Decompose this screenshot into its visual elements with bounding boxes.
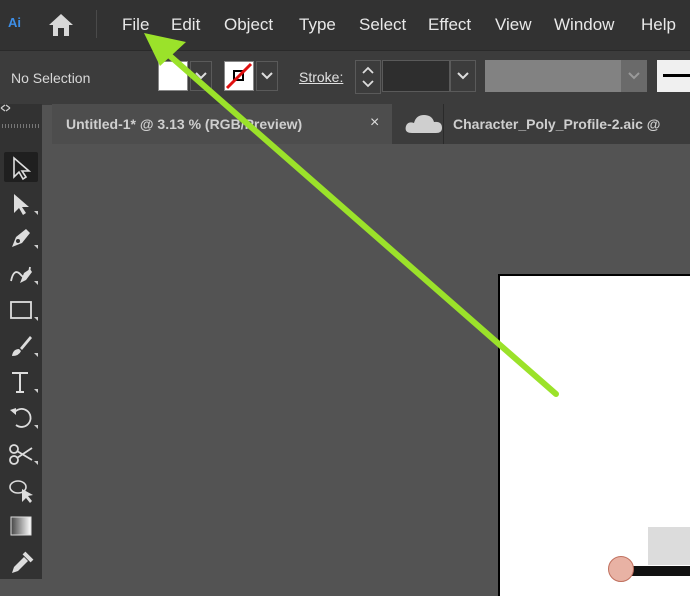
home-icon[interactable] [47,12,75,38]
stepper-icon [362,66,374,88]
stroke-swatch[interactable] [224,61,254,91]
direct-selection-tool-icon [14,194,38,215]
cloud-icon [405,115,442,133]
paintbrush-tool-icon [12,336,38,357]
collapse-panel-icon[interactable] [0,104,42,132]
selection-tool-icon [13,156,32,181]
tools-panel [0,104,42,579]
rotate-tool-icon [10,408,38,429]
menu-select[interactable]: Select [359,15,406,35]
stroke-weight-dropdown[interactable] [450,60,476,92]
menu-edit[interactable]: Edit [171,15,200,35]
profile-dropdown[interactable] [621,60,647,92]
selection-tool[interactable] [4,152,38,182]
close-icon[interactable]: × [370,114,379,132]
stroke-label[interactable]: Stroke: [299,69,343,85]
canvas-area[interactable] [52,144,690,596]
eyedropper-tool-icon [12,551,34,573]
stroke-weight-stepper[interactable] [355,60,381,94]
tab-title: Untitled-1* @ 3.13 % (RGB/Preview) [66,116,303,132]
menu-effect[interactable]: Effect [428,15,471,35]
rotate-tool[interactable] [4,402,38,432]
tab-title: Character_Poly_Profile-2.aic @ [453,116,661,132]
chevron-down-icon [261,72,273,80]
rectangle-tool-icon [10,301,38,321]
curvature-tool-icon [10,266,38,285]
menu-type[interactable]: Type [299,15,336,35]
artwork-gray-shape[interactable] [648,527,690,567]
menu-window[interactable]: Window [554,15,614,35]
selection-status: No Selection [11,70,91,86]
document-tabs: Untitled-1* @ 3.13 % (RGB/Preview) × Cha… [52,104,690,144]
chevron-down-icon [457,72,469,80]
variable-width-profile[interactable] [485,60,621,92]
menu-file[interactable]: File [122,15,149,35]
eyedropper-tool[interactable] [4,546,38,576]
fill-swatch[interactable] [158,61,188,91]
shape-builder-tool[interactable] [4,474,38,504]
chevron-down-icon [628,72,640,80]
shape-builder-tool-icon [9,480,33,503]
curvature-tool[interactable] [4,258,38,288]
paintbrush-tool[interactable] [4,330,38,360]
menu-divider [96,10,97,38]
direct-selection-tool[interactable] [4,188,38,218]
fill-dropdown[interactable] [190,61,212,91]
menu-bar: Ai File Edit Object Type Select Effect V… [0,0,690,50]
scissors-tool[interactable] [4,438,38,468]
app-logo: Ai [8,15,21,30]
type-tool-icon [12,372,38,393]
control-bar: No Selection Stroke: [0,50,690,105]
pen-tool-icon [12,229,38,249]
stroke-weight-input[interactable] [382,60,450,92]
rectangle-tool[interactable] [4,294,38,324]
no-stroke-icon [225,62,253,90]
tab-character-poly-profile[interactable]: Character_Poly_Profile-2.aic @ [404,104,690,144]
chevron-down-icon [195,72,207,80]
menu-object[interactable]: Object [224,15,273,35]
gradient-tool[interactable] [4,510,38,540]
pen-tool[interactable] [4,222,38,252]
scissors-tool-icon [9,444,38,465]
menu-view[interactable]: View [495,15,532,35]
gradient-tool-icon [10,516,32,536]
artwork-circle-shape[interactable] [608,556,634,582]
brush-definition[interactable] [657,60,690,92]
tab-untitled-1[interactable]: Untitled-1* @ 3.13 % (RGB/Preview) × [52,104,392,144]
type-tool[interactable] [4,366,38,396]
line-icon [663,74,690,77]
menu-help[interactable]: Help [641,15,676,35]
stroke-color-dropdown[interactable] [256,61,278,91]
